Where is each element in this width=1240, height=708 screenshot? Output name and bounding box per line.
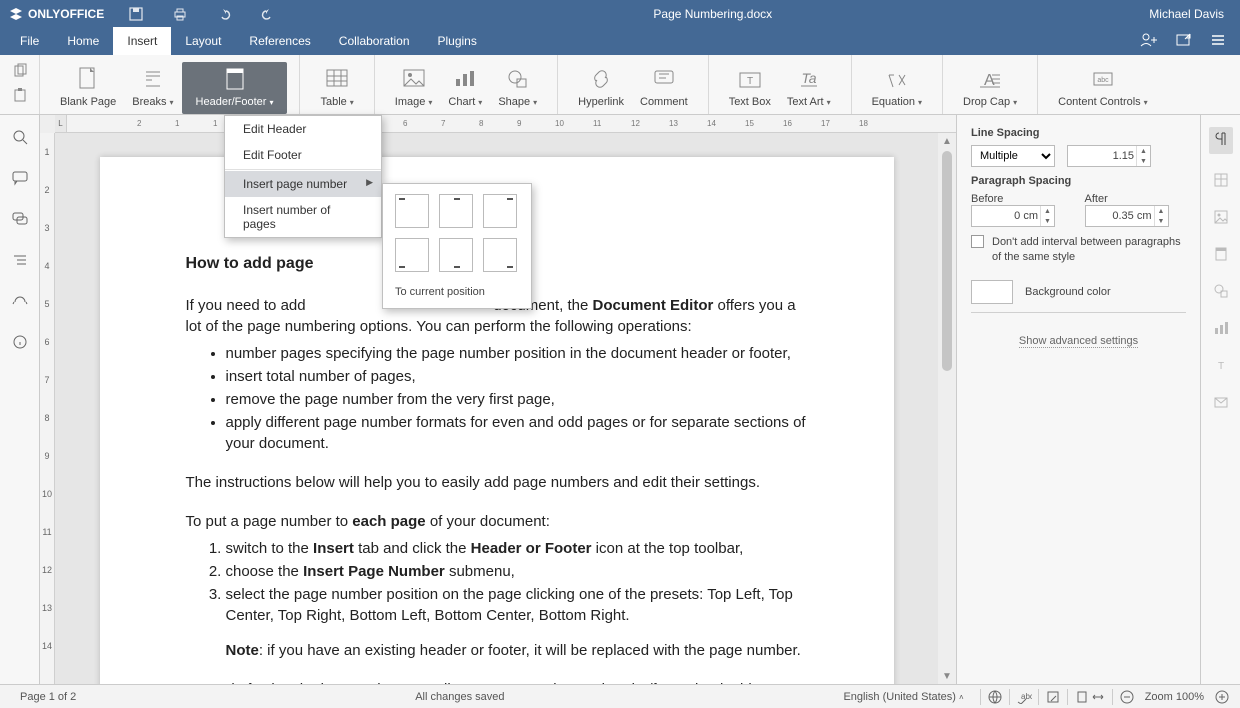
chat-icon[interactable] bbox=[12, 211, 28, 230]
background-color-swatch[interactable] bbox=[971, 280, 1013, 304]
app-name: ONLYOFFICE bbox=[28, 7, 104, 21]
fit-page-icon[interactable] bbox=[1074, 689, 1090, 705]
document-title: Page Numbering.docx bbox=[276, 7, 1149, 21]
position-bottom-center[interactable] bbox=[439, 238, 473, 272]
image-button[interactable]: Image bbox=[387, 62, 441, 114]
undo-icon[interactable] bbox=[216, 6, 232, 22]
comments-icon[interactable] bbox=[12, 170, 28, 189]
feedback-icon[interactable] bbox=[12, 293, 28, 312]
paragraph-settings-icon[interactable] bbox=[1209, 127, 1233, 154]
svg-text:abc: abc bbox=[1097, 77, 1109, 84]
track-changes-icon[interactable] bbox=[1045, 689, 1061, 705]
tab-layout[interactable]: Layout bbox=[171, 27, 235, 55]
chevron-right-icon: ▶ bbox=[366, 177, 373, 188]
dont-add-interval-checkbox[interactable] bbox=[971, 235, 984, 248]
comment-button[interactable]: Comment bbox=[632, 62, 696, 114]
tab-insert[interactable]: Insert bbox=[113, 27, 171, 55]
text-art-settings-icon[interactable]: T bbox=[1213, 357, 1229, 376]
zoom-in-icon[interactable] bbox=[1214, 689, 1230, 705]
doclang-icon[interactable] bbox=[987, 689, 1003, 705]
line-spacing-mode[interactable]: Multiple bbox=[971, 145, 1055, 167]
left-toolbar bbox=[0, 115, 40, 684]
save-icon[interactable] bbox=[128, 6, 144, 22]
table-settings-icon[interactable] bbox=[1213, 172, 1229, 191]
header-footer-settings-icon[interactable] bbox=[1213, 246, 1229, 265]
svg-text:T: T bbox=[1217, 361, 1223, 372]
right-toolbar: T bbox=[1200, 115, 1240, 684]
to-current-position[interactable]: To current position bbox=[395, 286, 519, 298]
horizontal-ruler[interactable]: L 21123456789101112131415161718 bbox=[55, 115, 956, 133]
zoom-out-icon[interactable] bbox=[1119, 689, 1135, 705]
titlebar: ONLYOFFICE Page Numbering.docx Michael D… bbox=[0, 0, 1240, 27]
position-top-right[interactable] bbox=[483, 194, 517, 228]
position-top-left[interactable] bbox=[395, 194, 429, 228]
tab-references[interactable]: References bbox=[235, 27, 324, 55]
spellcheck-icon[interactable]: abc bbox=[1016, 689, 1032, 705]
table-button[interactable]: Table bbox=[312, 62, 361, 114]
position-bottom-left[interactable] bbox=[395, 238, 429, 272]
status-page[interactable]: Page 1 of 2 bbox=[10, 691, 86, 703]
content-controls-button[interactable]: abc Content Controls bbox=[1050, 62, 1156, 114]
doc-heading: How to add page bbox=[186, 255, 314, 272]
page-number-submenu: To current position bbox=[382, 183, 532, 309]
status-language[interactable]: English (United States) ˄ bbox=[833, 691, 973, 703]
tab-collaboration[interactable]: Collaboration bbox=[325, 27, 424, 55]
hyperlink-button[interactable]: Hyperlink bbox=[570, 62, 632, 114]
svg-text:Ta: Ta bbox=[801, 70, 816, 86]
position-top-center[interactable] bbox=[439, 194, 473, 228]
user-name[interactable]: Michael Davis bbox=[1149, 7, 1224, 21]
open-location-icon[interactable] bbox=[1176, 33, 1192, 50]
hamburger-icon[interactable] bbox=[1210, 33, 1226, 50]
text-art-button[interactable]: Ta Text Art bbox=[779, 62, 839, 114]
spacing-before[interactable]: 0 cm▲▼ bbox=[971, 205, 1055, 227]
tab-home[interactable]: Home bbox=[53, 27, 113, 55]
status-zoom[interactable]: Zoom 100% bbox=[1135, 691, 1214, 703]
paste-icon[interactable] bbox=[12, 87, 28, 106]
svg-text:T: T bbox=[747, 76, 753, 87]
header-footer-button[interactable]: Header/Footer bbox=[182, 62, 288, 114]
menu-insert-number-of-pages[interactable]: Insert number of pages bbox=[225, 197, 381, 237]
vertical-scrollbar[interactable]: ▲ ▼ bbox=[938, 133, 956, 684]
drop-cap-button[interactable]: A Drop Cap bbox=[955, 62, 1025, 114]
svg-text:abc: abc bbox=[1021, 692, 1032, 701]
menubar: File Home Insert Layout References Colla… bbox=[0, 27, 1240, 55]
shape-button[interactable]: Shape bbox=[490, 62, 545, 114]
chart-button[interactable]: Chart bbox=[440, 62, 490, 114]
menu-edit-header[interactable]: Edit Header bbox=[225, 116, 381, 142]
breaks-button[interactable]: Breaks bbox=[124, 62, 181, 114]
mail-merge-icon[interactable] bbox=[1213, 394, 1229, 413]
status-changes: All changes saved bbox=[415, 691, 504, 703]
advanced-settings-link[interactable]: Show advanced settings bbox=[1019, 335, 1138, 348]
right-panel: Line Spacing Multiple 1.15▲▼ Paragraph S… bbox=[956, 115, 1200, 684]
statusbar: Page 1 of 2 All changes saved English (U… bbox=[0, 684, 1240, 708]
about-icon[interactable] bbox=[12, 334, 28, 353]
ribbon: Blank Page Breaks Header/Footer Table Im… bbox=[0, 55, 1240, 115]
menu-insert-page-number[interactable]: Insert page number ▶ bbox=[225, 171, 381, 197]
copy-icon[interactable] bbox=[12, 63, 28, 82]
tab-plugins[interactable]: Plugins bbox=[424, 27, 491, 55]
search-icon[interactable] bbox=[12, 129, 28, 148]
menu-edit-footer[interactable]: Edit Footer bbox=[225, 142, 381, 168]
spacing-after[interactable]: 0.35 cm▲▼ bbox=[1085, 205, 1169, 227]
tab-file[interactable]: File bbox=[6, 27, 53, 55]
chart-settings-icon[interactable] bbox=[1213, 320, 1229, 339]
print-icon[interactable] bbox=[172, 6, 188, 22]
document-area: L 21123456789101112131415161718 12345678… bbox=[40, 115, 956, 684]
redo-icon[interactable] bbox=[260, 6, 276, 22]
add-user-icon[interactable] bbox=[1140, 33, 1158, 50]
image-settings-icon[interactable] bbox=[1213, 209, 1229, 228]
shape-settings-icon[interactable] bbox=[1213, 283, 1229, 302]
fit-width-icon[interactable] bbox=[1090, 689, 1106, 705]
text-box-button[interactable]: T Text Box bbox=[721, 62, 779, 114]
equation-button[interactable]: Equation bbox=[864, 62, 930, 114]
header-footer-dropdown: Edit Header Edit Footer Insert page numb… bbox=[224, 115, 382, 238]
line-spacing-value[interactable]: 1.15▲▼ bbox=[1067, 145, 1151, 167]
navigation-icon[interactable] bbox=[12, 252, 28, 271]
app-logo: ONLYOFFICE bbox=[8, 6, 104, 22]
vertical-ruler[interactable]: 1234567891011121314 bbox=[40, 133, 55, 684]
position-bottom-right[interactable] bbox=[483, 238, 517, 272]
blank-page-button[interactable]: Blank Page bbox=[52, 62, 124, 114]
